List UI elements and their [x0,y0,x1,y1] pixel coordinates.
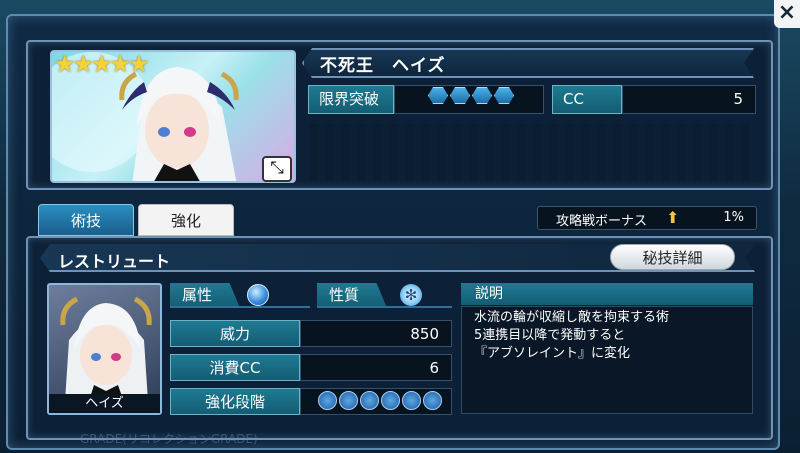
watermark: GRADE(リコレクションGRADE) [80,432,258,446]
close-icon: × [777,0,797,25]
tab-skills[interactable]: 術技 [38,204,134,236]
character-name: 不死王 ヘイズ [320,56,446,76]
limit-break-label: 限界突破 [308,85,394,114]
level-orb-icon [423,391,442,410]
level-orb-icon [402,391,421,410]
divider [170,306,310,308]
expand-icon[interactable]: ⤡ [262,156,292,182]
level-orb-icon [318,391,337,410]
description-line: 5連携目以降で発動すると [474,328,626,343]
tab-enhance[interactable]: 強化 [138,204,234,236]
description-line: 水流の輪が収縮し敵を拘束する術 [474,310,670,325]
enhance-level-label: 強化段階 [170,388,300,415]
cost-value: 6 [300,354,452,381]
description-box: 水流の輪が収縮し敵を拘束する術 5連携目以降で発動すると 『アブソレイント』に変… [461,306,753,414]
level-orb-icon [381,391,400,410]
limit-gem-icon [494,87,514,104]
limit-gem-icon [450,87,470,104]
power-value: 850 [300,320,452,347]
secret-art-details-button[interactable]: 秘技詳細 [610,244,735,270]
limit-gem-icon [428,87,448,104]
rarity-stars: ★★★★★ [54,50,150,78]
limit-break-gems [428,87,514,104]
level-orb-icon [339,391,358,410]
cc-label: CC [552,85,622,114]
raid-bonus-bar: 攻略戦ボーナス ⬆ 1% [537,206,757,230]
cost-label: 消費CC [170,354,300,381]
level-orb-icon [360,391,379,410]
bonus-value: 1% [723,210,744,225]
skill-name: レストリュート [58,252,171,271]
water-icon [247,284,269,306]
nature-label: 性質 [317,283,387,308]
attribute-label: 属性 [170,283,240,308]
thumb-character-name: ヘイズ [49,394,160,413]
limit-gem-icon [472,87,492,104]
power-label: 威力 [170,320,300,347]
up-arrow-icon: ⬆ [666,208,680,227]
divider [317,306,452,308]
cc-value: 5 [622,85,756,114]
bonus-label: 攻略戦ボーナス [556,214,648,229]
close-button[interactable]: × [774,0,800,28]
enhance-level-orbs [318,391,442,410]
snowflake-icon: ✻ [400,284,422,306]
description-line: 『アブソレイント』に変化 [474,346,631,361]
description-label: 説明 [461,283,753,305]
panel-decoration [310,124,750,180]
